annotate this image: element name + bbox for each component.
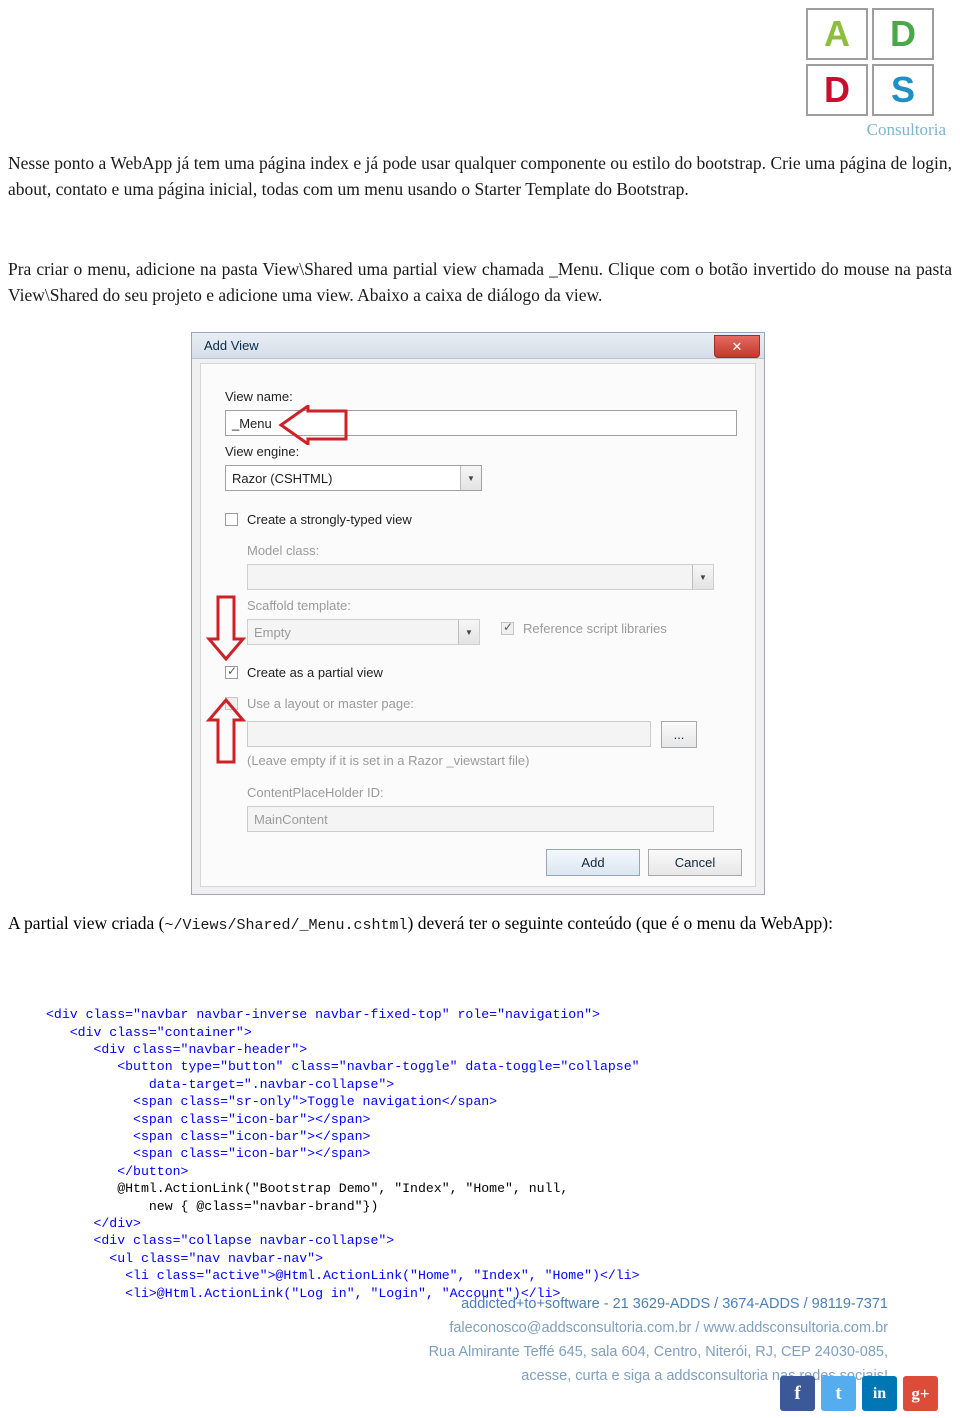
code-line: <li class="active">@Html.ActionLink("Hom… <box>46 1268 640 1284</box>
chevron-down-icon: ▼ <box>460 466 481 490</box>
code-line: <div class="container"> <box>46 1024 252 1040</box>
scaffold-template-value: Empty <box>254 625 291 640</box>
logo-letter-d-bottom: D <box>806 64 868 116</box>
logo-grid: A D D S <box>806 8 940 120</box>
add-button[interactable]: Add <box>546 849 640 876</box>
facebook-icon[interactable]: f <box>780 1376 815 1411</box>
p3-before: A partial view criada ( <box>8 913 165 933</box>
code-line: data-target=".navbar-collapse"> <box>46 1076 395 1092</box>
code-line: <span class="icon-bar"></span> <box>46 1111 371 1127</box>
code-line: @Html.ActionLink("Bootstrap Demo", "Inde… <box>46 1181 569 1197</box>
code-line: <div class="navbar-header"> <box>46 1042 308 1057</box>
code-line: <span class="icon-bar"></span> <box>46 1146 371 1162</box>
reference-scripts-label: Reference script libraries <box>523 621 667 636</box>
partial-view-path: ~/Views/Shared/_Menu.cshtml <box>164 917 408 934</box>
footer: addicted+to+software - 21 3629-ADDS / 36… <box>0 1286 960 1418</box>
code-block: <div class="navbar navbar-inverse navbar… <box>46 1006 936 1302</box>
p3-after: ) deverá ter o seguinte conteúdo (que é … <box>407 913 833 933</box>
footer-phone-line: addicted+to+software - 21 3629-ADDS / 36… <box>461 1296 888 1312</box>
strongly-typed-label: Create a strongly-typed view <box>247 512 412 527</box>
partial-view-checkbox[interactable] <box>225 664 238 679</box>
partial-view-label: Create as a partial view <box>247 665 383 680</box>
code-line: <div class="collapse navbar-collapse"> <box>46 1233 395 1249</box>
logo-letter-s: S <box>872 64 934 116</box>
logo-letter-d-top: D <box>872 8 934 60</box>
linkedin-icon[interactable]: in <box>862 1376 897 1411</box>
annotation-arrow-partial-view <box>206 698 246 764</box>
close-icon[interactable]: ✕ <box>714 335 760 358</box>
scaffold-template-label: Scaffold template: <box>247 598 351 613</box>
dialog-titlebar: Add View ✕ <box>192 333 764 359</box>
view-engine-label: View engine: <box>225 444 300 459</box>
code-line: </button> <box>46 1163 189 1179</box>
code-line: <button type="button" class="navbar-togg… <box>46 1059 640 1075</box>
strongly-typed-checkbox[interactable] <box>225 513 238 526</box>
model-class-select[interactable]: ▼ <box>247 564 714 590</box>
paragraph-create-menu: Pra criar o menu, adicione na pasta View… <box>8 259 952 305</box>
code-line: <ul class="nav navbar-nav"> <box>46 1250 323 1266</box>
logo-caption: Consultoria <box>866 120 946 139</box>
layout-path-input[interactable] <box>247 721 651 747</box>
annotation-arrow-view-name <box>278 405 348 445</box>
footer-email-line: faleconosco@addsconsultoria.com.br / www… <box>449 1320 888 1336</box>
layout-hint-label: (Leave empty if it is set in a Razor _vi… <box>247 753 530 768</box>
view-engine-select[interactable]: Razor (CSHTML) ▼ <box>225 465 482 491</box>
annotation-arrow-scaffold <box>206 595 246 661</box>
adds-logo: A D D S Consultoria <box>806 8 946 140</box>
code-line: <div class="navbar navbar-inverse navbar… <box>46 1007 600 1023</box>
logo-letter-a: A <box>806 8 868 60</box>
footer-address-line: Rua Almirante Teffé 645, sala 604, Centr… <box>428 1344 888 1360</box>
chevron-down-icon: ▼ <box>692 565 713 589</box>
browse-layout-button[interactable]: ... <box>661 721 697 748</box>
code-line: <span class="icon-bar"></span> <box>46 1129 371 1145</box>
view-engine-value: Razor (CSHTML) <box>232 471 333 486</box>
googleplus-icon[interactable]: g+ <box>903 1376 938 1411</box>
code-line: <span class="sr-only">Toggle navigation<… <box>46 1094 498 1110</box>
code-line: new { @class="navbar-brand"}) <box>46 1198 379 1214</box>
add-view-dialog: Add View ✕ View name: _Menu View engine:… <box>191 332 765 895</box>
contentplaceholder-input[interactable]: MainContent <box>247 806 714 832</box>
cancel-button[interactable]: Cancel <box>648 849 742 876</box>
use-layout-label: Use a layout or master page: <box>247 696 414 711</box>
dialog-title: Add View <box>204 338 259 353</box>
paragraph-partial-view-path: A partial view criada (~/Views/Shared/_M… <box>8 910 952 939</box>
scaffold-template-select[interactable]: Empty ▼ <box>247 619 480 645</box>
contentplaceholder-label: ContentPlaceHolder ID: <box>247 785 384 800</box>
reference-scripts-checkbox[interactable] <box>501 620 514 635</box>
paragraph-intro: Nesse ponto a WebApp já tem uma página i… <box>8 153 952 199</box>
view-name-label: View name: <box>225 389 293 404</box>
model-class-label: Model class: <box>247 543 320 558</box>
chevron-down-icon: ▼ <box>458 620 479 644</box>
twitter-icon[interactable]: t <box>821 1376 856 1411</box>
code-line: </div> <box>46 1216 141 1232</box>
